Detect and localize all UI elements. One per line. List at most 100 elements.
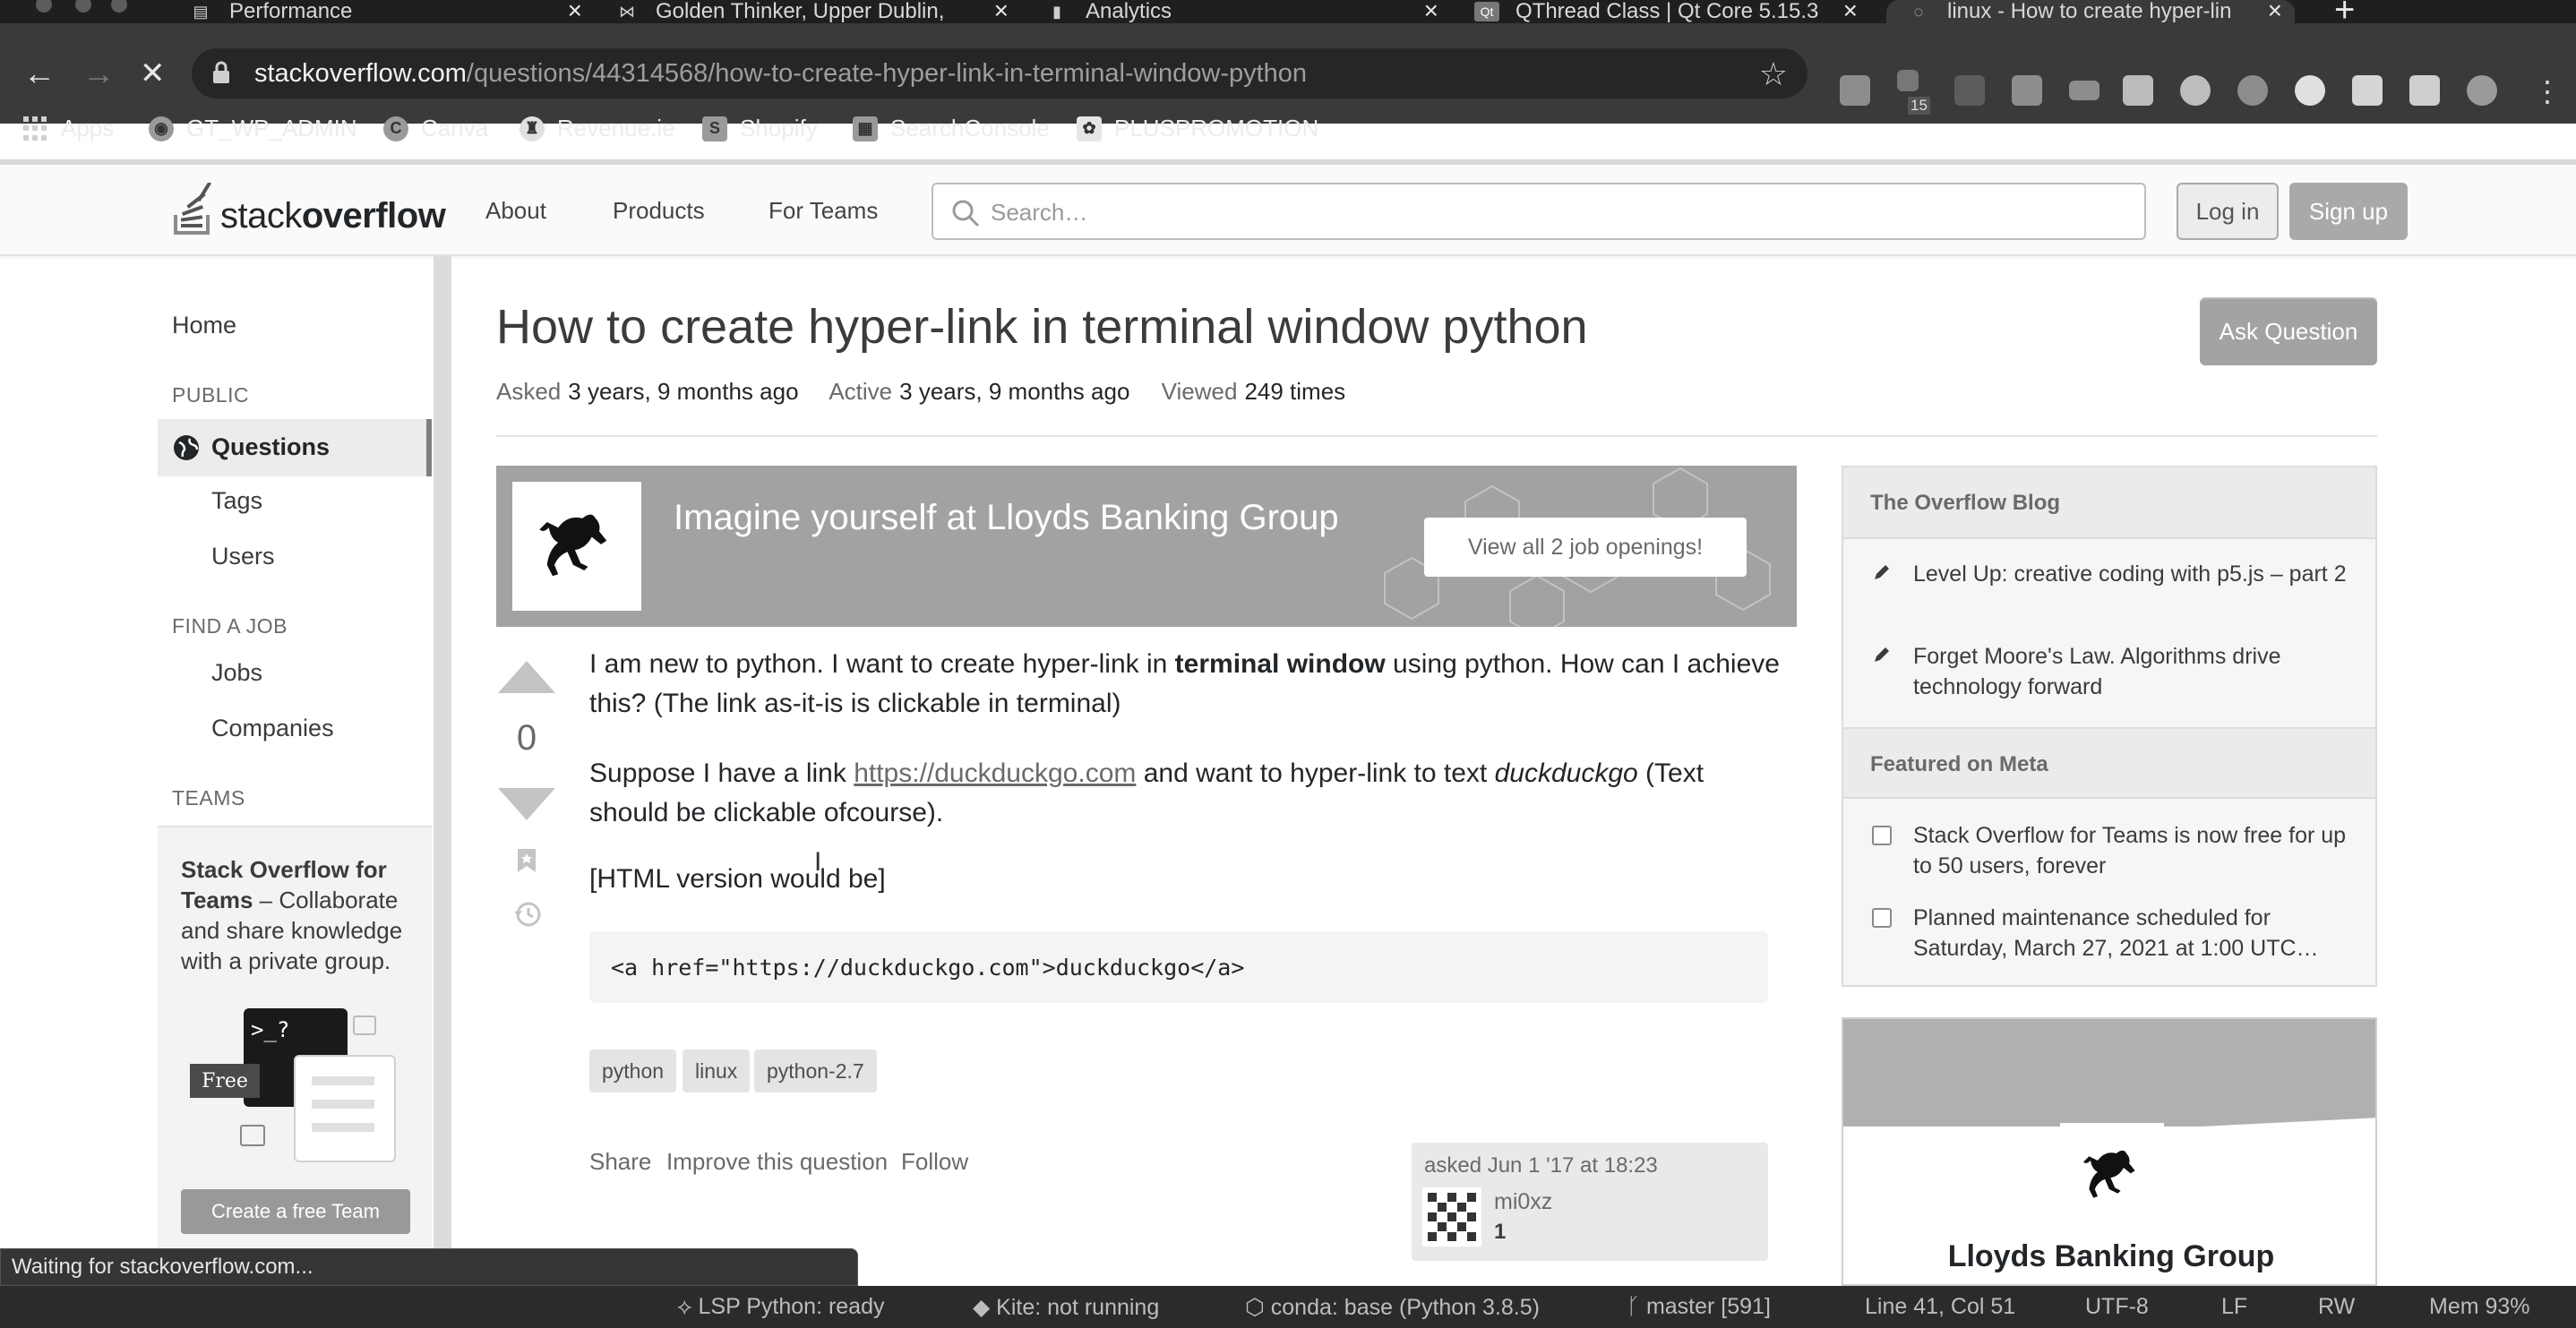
user-avatar[interactable] xyxy=(1422,1187,1481,1247)
blog-item[interactable]: Level Up: creative coding with p5.js – p… xyxy=(1872,559,2356,589)
browser-tab-strip: ▤ Performance × ⋈ Golden Thinker, Upper … xyxy=(0,0,2576,28)
window-minimize-control[interactable] xyxy=(75,0,91,13)
text-extension-icon[interactable] xyxy=(2123,75,2153,106)
search-input[interactable]: Search… xyxy=(932,183,2146,240)
improve-question-link[interactable]: Improve this question xyxy=(666,1148,888,1176)
grammarly-extension-icon[interactable] xyxy=(2180,75,2211,106)
file-encoding[interactable]: UTF-8 xyxy=(2085,1294,2149,1320)
line-endings[interactable]: LF xyxy=(2221,1294,2247,1320)
sidebar-heading-public: PUBLIC xyxy=(172,383,250,407)
sidebar-item-jobs[interactable]: Jobs xyxy=(211,659,262,687)
browser-tab-golden-thinker[interactable]: ⋈ Golden Thinker, Upper Dublin, × xyxy=(614,0,1009,23)
stackoverflow-logo[interactable]: stackoverflow xyxy=(172,183,446,236)
share-link[interactable]: Share xyxy=(589,1148,651,1176)
browser-menu-icon[interactable]: ⋮ xyxy=(2533,77,2562,106)
tab-close-icon[interactable]: × xyxy=(994,0,1009,23)
reader-extension-icon[interactable] xyxy=(2012,75,2042,106)
user-name[interactable]: mi0xz xyxy=(1494,1189,1552,1215)
extension-badge-icon[interactable] xyxy=(1897,70,1919,91)
sidebar-item-users[interactable]: Users xyxy=(211,543,275,570)
circle-extension-icon[interactable] xyxy=(2295,75,2325,106)
tab-close-icon[interactable]: × xyxy=(1843,0,1858,23)
window-close-control[interactable] xyxy=(36,0,52,13)
duckduckgo-link[interactable]: https://duckduckgo.com xyxy=(854,758,1136,788)
conda-status[interactable]: ⬡ conda: base (Python 3.8.5) xyxy=(1245,1294,1540,1321)
back-arrow-icon[interactable]: ← xyxy=(23,57,56,90)
qt-icon: Qt xyxy=(1474,2,1499,21)
company-ad[interactable]: Lloyds Banking Group xyxy=(1842,1017,2377,1286)
kite-status[interactable]: ◆ Kite: not running xyxy=(973,1294,1159,1321)
company-name: Lloyds Banking Group xyxy=(1947,1239,2275,1273)
signup-button[interactable]: Sign up xyxy=(2289,183,2408,240)
profile-avatar[interactable] xyxy=(2467,75,2497,106)
company-ad-banner xyxy=(1843,1019,2375,1127)
evernote-extension-icon[interactable] xyxy=(2237,75,2268,106)
browser-tab-analytics[interactable]: ▮ Analytics × xyxy=(1044,0,1438,23)
speech-bubble-icon xyxy=(353,1015,376,1035)
browser-tab-qthread[interactable]: Qt QThread Class | Qt Core 5.15.3 × xyxy=(1474,0,1858,23)
bookmark-star-icon[interactable]: ☆ xyxy=(1759,56,1788,93)
new-tab-button[interactable]: + xyxy=(2334,0,2355,28)
blog-item[interactable]: Forget Moore's Law. Algorithms drive tec… xyxy=(1872,641,2356,702)
tab-close-icon[interactable]: × xyxy=(1424,0,1438,23)
meta-heading: Featured on Meta xyxy=(1843,727,2375,799)
ask-question-button[interactable]: Ask Question xyxy=(2200,297,2377,365)
question-title[interactable]: How to create hyper-link in terminal win… xyxy=(496,299,1588,355)
bookmark-apps[interactable]: Apps xyxy=(23,115,114,142)
puzzle-extensions-icon[interactable] xyxy=(2409,75,2440,106)
nav-about[interactable]: About xyxy=(485,197,546,225)
u-extension-icon[interactable] xyxy=(2352,75,2383,106)
overflow-blog-widget: The Overflow Blog Level Up: creative cod… xyxy=(1842,466,2377,987)
window-zoom-control[interactable] xyxy=(111,0,127,13)
tab-close-icon[interactable]: × xyxy=(568,0,582,23)
stop-loading-icon[interactable]: ✕ xyxy=(140,57,166,90)
address-bar[interactable]: stackoverflow.com/questions/44314568/how… xyxy=(192,48,1807,99)
lock-icon xyxy=(213,61,229,83)
bookmark-shopify[interactable]: S Shopify xyxy=(702,115,818,142)
login-button[interactable]: Log in xyxy=(2177,183,2279,240)
pen-extension-icon[interactable] xyxy=(1840,75,1870,106)
performance-icon: ▤ xyxy=(193,2,209,21)
tag-python-2-7[interactable]: python-2.7 xyxy=(754,1050,877,1092)
browser-tab-performance[interactable]: ▤ Performance × xyxy=(188,0,582,23)
bookmark-canva[interactable]: C Canva xyxy=(383,115,488,142)
git-branch-status[interactable]: ᚴ master [591] xyxy=(1627,1294,1771,1320)
tag-linux[interactable]: linux xyxy=(683,1050,751,1092)
question-paragraph-3: [HTML version would be] xyxy=(589,864,886,894)
sidebar-scrollbar[interactable] xyxy=(434,256,451,1250)
meta-item[interactable]: Stack Overflow for Teams is now free for… xyxy=(1872,820,2356,881)
view-job-openings-button[interactable]: View all 2 job openings! xyxy=(1424,518,1747,577)
downvote-arrow-icon[interactable] xyxy=(498,788,555,820)
memory-usage: Mem 93% xyxy=(2429,1294,2530,1319)
free-badge: Free xyxy=(190,1064,260,1098)
job-banner[interactable]: Imagine yourself at Lloyds Banking Group… xyxy=(496,466,1797,627)
forward-arrow-icon[interactable]: → xyxy=(82,57,115,90)
upvote-arrow-icon[interactable] xyxy=(498,661,555,693)
bookmark-gt-wp-admin[interactable]: ◉ GT_WP_ADMIN xyxy=(149,115,357,142)
cube-icon: ⬡ xyxy=(1245,1295,1271,1320)
sidebar-item-companies[interactable]: Companies xyxy=(211,715,334,742)
follow-link[interactable]: Follow xyxy=(901,1148,968,1176)
tag-python[interactable]: python xyxy=(589,1050,677,1092)
bookmark-pluspromotion[interactable]: ✿ PLUSPROMOTION xyxy=(1077,115,1318,142)
meta-item[interactable]: Planned maintenance scheduled for Saturd… xyxy=(1872,903,2356,964)
question-meta: Asked 3 years, 9 months ago Active 3 years… xyxy=(496,378,1346,405)
history-icon[interactable] xyxy=(512,899,543,930)
question-paragraph-1: I am new to python. I want to create hyp… xyxy=(589,649,1780,718)
recycle-extension-icon[interactable] xyxy=(1954,75,1985,106)
wp-icon: ◉ xyxy=(149,116,174,141)
nav-products[interactable]: Products xyxy=(613,197,705,225)
window-extension-icon[interactable] xyxy=(2069,81,2099,100)
lsp-status[interactable]: ⟡ LSP Python: ready xyxy=(677,1294,885,1320)
bookmark-searchconsole[interactable]: ▦ SearchConsole xyxy=(853,115,1050,142)
browser-tab-active[interactable]: ◌ linux - How to create hyper-lin × xyxy=(1886,0,2295,23)
bookmark-revenue[interactable]: ♜ Revenue.ie xyxy=(519,115,675,142)
create-free-team-button[interactable]: Create a free Team xyxy=(181,1189,410,1234)
tab-close-icon[interactable]: × xyxy=(2268,0,2282,23)
bookmark-icon[interactable] xyxy=(516,847,537,874)
sidebar-item-questions[interactable]: Questions xyxy=(158,419,432,476)
sidebar-item-home[interactable]: Home xyxy=(172,312,236,339)
bookmarks-bar: Apps ◉ GT_WP_ADMIN C Canva ♜ Revenue.ie … xyxy=(0,107,2576,154)
nav-for-teams[interactable]: For Teams xyxy=(769,197,878,225)
sidebar-item-tags[interactable]: Tags xyxy=(211,487,262,515)
